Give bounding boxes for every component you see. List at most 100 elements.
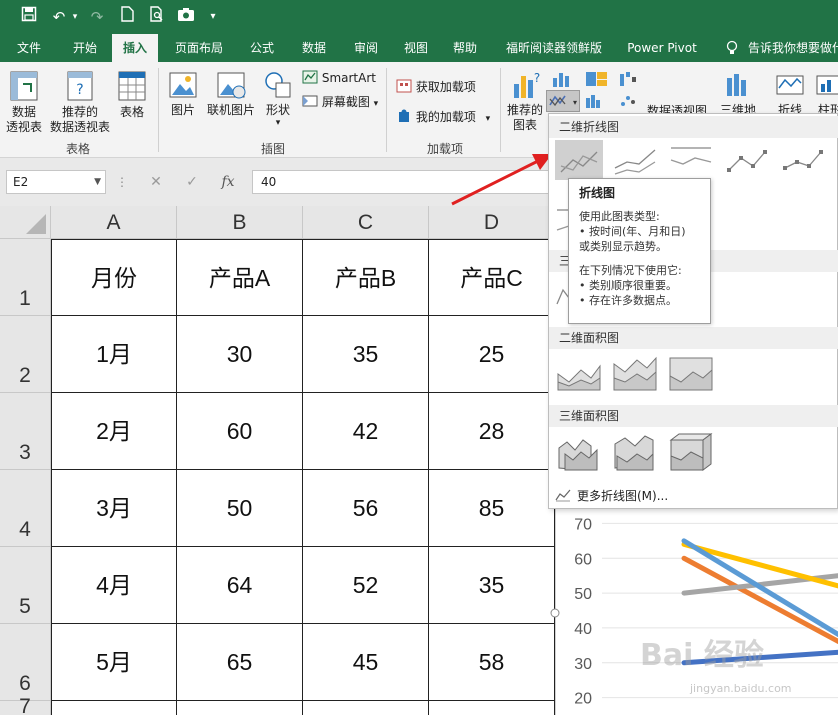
- percent-stacked-line-thumb[interactable]: [667, 140, 715, 180]
- column-chart-button[interactable]: [550, 70, 576, 92]
- get-addins-button[interactable]: 获取加载项: [396, 78, 476, 95]
- shapes-button[interactable]: 形状 ▾: [260, 70, 296, 128]
- screenshot-button[interactable]: 屏幕截图 ▾: [302, 94, 378, 112]
- cell-b7[interactable]: [177, 701, 303, 715]
- cell-d7[interactable]: [429, 701, 555, 715]
- tell-me-search[interactable]: 告诉我你想要做什: [748, 34, 838, 62]
- lightbulb-icon[interactable]: [722, 34, 742, 62]
- cell-c6[interactable]: 45: [303, 624, 429, 701]
- pivot-table-button[interactable]: 数据 透视表: [4, 70, 44, 135]
- tab-data[interactable]: 数据: [292, 34, 336, 62]
- cell-d4[interactable]: 85: [429, 470, 555, 547]
- cell-a4[interactable]: 3月: [51, 470, 177, 547]
- cell-b1[interactable]: 产品A: [177, 239, 303, 316]
- cancel-icon[interactable]: ✕: [142, 170, 170, 194]
- cell-a5[interactable]: 4月: [51, 547, 177, 624]
- cell-b6[interactable]: 65: [177, 624, 303, 701]
- camera-icon[interactable]: [174, 6, 198, 28]
- my-addins-button[interactable]: 我的加载项 ▾: [396, 108, 490, 127]
- hierarchy-chart-button[interactable]: [584, 70, 610, 92]
- customize-icon[interactable]: ▾: [206, 6, 220, 28]
- waterfall-chart-button[interactable]: [618, 70, 644, 92]
- cell-d6[interactable]: 58: [429, 624, 555, 701]
- column-header-a[interactable]: A: [51, 206, 177, 239]
- row-header-4[interactable]: 4: [0, 470, 51, 547]
- line-chart-button[interactable]: ▾: [546, 90, 580, 112]
- tab-power-pivot[interactable]: Power Pivot: [622, 34, 702, 62]
- tab-formulas[interactable]: 公式: [240, 34, 284, 62]
- undo-icon[interactable]: ↶: [48, 6, 70, 28]
- cell-a6[interactable]: 5月: [51, 624, 177, 701]
- column-header-b[interactable]: B: [177, 206, 303, 239]
- cell-d3[interactable]: 28: [429, 393, 555, 470]
- more-line-charts-link[interactable]: 更多折线图(M)...: [555, 487, 668, 504]
- select-all-corner[interactable]: [0, 206, 51, 239]
- table-button[interactable]: 表格: [114, 70, 150, 120]
- sparkline-line-button[interactable]: 折线: [772, 70, 808, 118]
- percent-stacked-area-thumb[interactable]: [667, 354, 715, 394]
- cell-a2[interactable]: 1月: [51, 316, 177, 393]
- row-header-2[interactable]: 2: [0, 316, 51, 393]
- row-header-3[interactable]: 3: [0, 393, 51, 470]
- cell-a3[interactable]: 2月: [51, 393, 177, 470]
- tab-help[interactable]: 帮助: [444, 34, 486, 62]
- cell-a1[interactable]: 月份: [51, 239, 177, 316]
- cell-c2[interactable]: 35: [303, 316, 429, 393]
- cell-c3[interactable]: 42: [303, 393, 429, 470]
- name-box-dropdown-icon[interactable]: ▼: [94, 171, 101, 193]
- chart-resize-handle[interactable]: [550, 608, 560, 618]
- name-box[interactable]: E2 ▼: [6, 170, 106, 194]
- tab-file[interactable]: 文件: [6, 34, 52, 62]
- cell-b5[interactable]: 64: [177, 547, 303, 624]
- 3d-area-thumb[interactable]: [555, 432, 603, 472]
- cell-a7[interactable]: [51, 701, 177, 715]
- cell-c4[interactable]: 56: [303, 470, 429, 547]
- cell-d5[interactable]: 35: [429, 547, 555, 624]
- cell-c5[interactable]: 52: [303, 547, 429, 624]
- undo-dropdown-icon[interactable]: ▾: [70, 6, 80, 28]
- cell-d1[interactable]: 产品C: [429, 239, 555, 316]
- cell-b4[interactable]: 50: [177, 470, 303, 547]
- series-line-5[interactable]: [681, 538, 838, 638]
- print-preview-icon[interactable]: [146, 6, 168, 28]
- 3d-stacked-area-thumb[interactable]: [611, 432, 659, 472]
- recommended-charts-button[interactable]: ? 推荐的 图表: [504, 70, 546, 133]
- sparkline-column-button[interactable]: 柱形: [814, 70, 838, 118]
- column-header-d[interactable]: D: [429, 206, 555, 239]
- row-header-7[interactable]: 7: [0, 695, 51, 715]
- row-header-5[interactable]: 5: [0, 547, 51, 624]
- save-icon[interactable]: [18, 6, 40, 28]
- tab-page-layout[interactable]: 页面布局: [166, 34, 232, 62]
- pictures-button[interactable]: 图片: [166, 70, 200, 118]
- cell-c1[interactable]: 产品B: [303, 239, 429, 316]
- tab-view[interactable]: 视图: [396, 34, 436, 62]
- stacked-area-thumb[interactable]: [611, 354, 659, 394]
- cell-c7[interactable]: [303, 701, 429, 715]
- 3d-percent-stacked-area-thumb[interactable]: [667, 432, 715, 472]
- enter-icon[interactable]: ✓: [178, 170, 206, 194]
- line-with-markers-thumb[interactable]: [723, 140, 771, 180]
- new-file-icon[interactable]: [118, 6, 136, 28]
- statistic-chart-button[interactable]: [584, 92, 610, 114]
- series-line-4[interactable]: [681, 541, 838, 589]
- 3d-map-button[interactable]: 三维地: [718, 70, 758, 118]
- insert-function-icon[interactable]: fx: [214, 170, 242, 194]
- scatter-chart-button[interactable]: [618, 92, 644, 114]
- redo-icon[interactable]: ↷: [86, 6, 108, 28]
- cell-d2[interactable]: 25: [429, 316, 555, 393]
- tab-foxit-reader[interactable]: 福昕阅读器领鲜版: [494, 34, 614, 62]
- column-header-c[interactable]: C: [303, 206, 429, 239]
- stacked-line-markers-thumb[interactable]: [779, 140, 827, 180]
- line-thumb[interactable]: [555, 140, 603, 180]
- tab-home[interactable]: 开始: [60, 34, 110, 62]
- recommended-pivot-button[interactable]: ? 推荐的 数据透视表: [48, 70, 112, 135]
- row-header-1[interactable]: 1: [0, 239, 51, 316]
- cell-b2[interactable]: 30: [177, 316, 303, 393]
- tab-review[interactable]: 审阅: [344, 34, 388, 62]
- online-pictures-button[interactable]: 联机图片: [204, 70, 258, 118]
- smartart-button[interactable]: SmartArt: [302, 70, 376, 86]
- tab-insert[interactable]: 插入: [112, 34, 158, 62]
- stacked-line-thumb[interactable]: [611, 140, 659, 180]
- area-thumb[interactable]: [555, 354, 603, 394]
- row-header-6[interactable]: 6: [0, 624, 51, 701]
